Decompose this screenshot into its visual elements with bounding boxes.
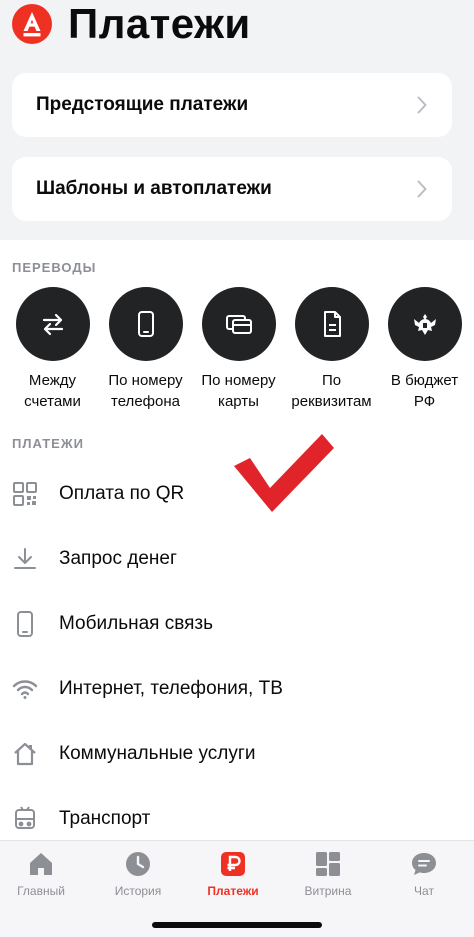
- nav-history[interactable]: История: [91, 849, 185, 898]
- transfer-label: По реквизитам: [291, 372, 372, 410]
- home-indicator[interactable]: [152, 922, 322, 928]
- transfer-between-accounts[interactable]: Между счетами: [6, 287, 99, 412]
- transfer-by-card[interactable]: По номеру карты: [192, 287, 285, 412]
- qr-code-icon: [12, 481, 38, 507]
- payments-section-label: ПЛАТЕЖИ: [12, 436, 84, 451]
- pay-item-label: Транспорт: [59, 808, 151, 829]
- nav-label: История: [114, 884, 162, 898]
- checkmark-overlay: [234, 434, 334, 512]
- transfer-label: Между счетами: [24, 372, 81, 410]
- download-icon: [12, 546, 38, 572]
- content-panel: ПЕРЕВОДЫ Между счетами По номеру телефон…: [0, 240, 474, 840]
- transfer-by-requisites[interactable]: По реквизитам: [285, 287, 378, 412]
- phone-icon: [108, 287, 183, 361]
- chevron-right-icon: [416, 179, 428, 199]
- pay-item-label: Коммунальные услуги: [59, 743, 256, 764]
- transfer-to-budget[interactable]: В бюджет РФ: [378, 287, 471, 412]
- money-request-item[interactable]: Запрос денег: [0, 526, 474, 591]
- nav-label: Чат: [414, 884, 434, 898]
- pay-item-label: Запрос денег: [59, 548, 177, 569]
- swap-arrows-icon: [15, 287, 90, 361]
- home-icon: [26, 849, 56, 879]
- nav-label: Платежи: [207, 884, 259, 898]
- transfers-row: Между счетами По номеру телефона По номе…: [6, 287, 474, 417]
- internet-tv-item[interactable]: Интернет, телефония, ТВ: [0, 656, 474, 721]
- chat-bubble-icon: [409, 849, 439, 879]
- alfa-bank-logo-icon: [12, 4, 52, 44]
- bus-icon: [12, 806, 38, 832]
- nav-home[interactable]: Главный: [0, 849, 88, 898]
- mobile-phone-icon: [12, 611, 38, 637]
- clock-icon: [123, 849, 153, 879]
- templates-autopayments-card[interactable]: Шаблоны и автоплатежи: [12, 157, 452, 221]
- utilities-item[interactable]: Коммунальные услуги: [0, 721, 474, 786]
- transfer-label: По номеру карты: [201, 372, 276, 410]
- pay-item-label: Оплата по QR: [59, 483, 185, 504]
- pay-item-label: Интернет, телефония, ТВ: [59, 678, 283, 699]
- showcase-grid-icon: [313, 849, 343, 879]
- ruble-icon: [218, 849, 248, 879]
- nav-label: Витрина: [304, 884, 352, 898]
- pay-item-label: Мобильная связь: [59, 613, 213, 634]
- transfer-by-phone[interactable]: По номеру телефона: [99, 287, 192, 412]
- transfer-label: По номеру телефона: [108, 372, 183, 410]
- coat-of-arms-icon: [387, 287, 462, 361]
- document-icon: [294, 287, 369, 361]
- wifi-icon: [12, 676, 38, 702]
- bottom-navigation: Главный История Платежи Витрина Чат: [0, 840, 474, 937]
- upcoming-payments-card[interactable]: Предстоящие платежи: [12, 73, 452, 137]
- page-title: Платежи: [68, 0, 251, 47]
- nav-showcase[interactable]: Витрина: [281, 849, 375, 898]
- nav-chat[interactable]: Чат: [377, 849, 471, 898]
- chevron-right-icon: [416, 95, 428, 115]
- house-icon: [12, 741, 38, 767]
- transfer-label: В бюджет РФ: [390, 372, 459, 410]
- nav-label: Главный: [17, 884, 65, 898]
- header: Платежи: [0, 0, 474, 72]
- card-label: Предстоящие платежи: [36, 94, 249, 115]
- transfers-section-label: ПЕРЕВОДЫ: [12, 260, 97, 275]
- payments-screen: Платежи Предстоящие платежи Шаблоны и ав…: [0, 0, 474, 937]
- mobile-service-item[interactable]: Мобильная связь: [0, 591, 474, 656]
- cards-icon: [201, 287, 276, 361]
- nav-payments[interactable]: Платежи: [186, 849, 280, 898]
- card-label: Шаблоны и автоплатежи: [36, 178, 272, 199]
